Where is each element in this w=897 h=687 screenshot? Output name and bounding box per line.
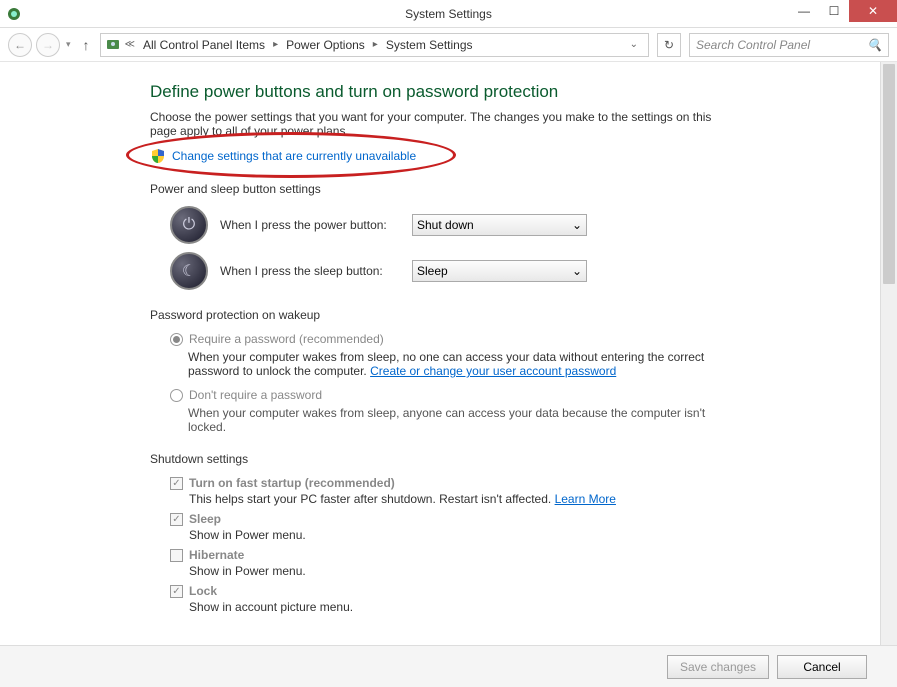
power-button-select[interactable]: Shut down ⌄ xyxy=(412,214,587,236)
checkbox-input[interactable] xyxy=(170,549,183,562)
checkbox-label: Lock xyxy=(189,584,217,598)
radio-label: Require a password (recommended) xyxy=(189,332,384,346)
change-settings-link[interactable]: Change settings that are currently unava… xyxy=(172,149,416,163)
footer-bar: Save changes Cancel xyxy=(0,645,897,687)
control-panel-icon xyxy=(105,37,121,53)
section-password: Password protection on wakeup xyxy=(150,308,857,322)
create-password-link[interactable]: Create or change your user account passw… xyxy=(370,364,616,378)
maximize-button[interactable]: ☐ xyxy=(819,0,849,22)
power-icon: ⏻ xyxy=(170,206,208,244)
refresh-button[interactable]: ↻ xyxy=(657,33,681,57)
chevron-icon[interactable]: ≪ xyxy=(123,39,137,50)
power-button-row: ⏻ When I press the power button: Shut do… xyxy=(170,206,857,244)
checkbox-hibernate: Hibernate xyxy=(170,548,857,562)
checkbox-label: Turn on fast startup (recommended) xyxy=(189,476,395,490)
chevron-right-icon[interactable]: ▸ xyxy=(371,39,380,50)
lock-desc: Show in account picture menu. xyxy=(189,600,857,614)
breadcrumb-segment[interactable]: Power Options xyxy=(282,38,369,52)
sleep-desc: Show in Power menu. xyxy=(189,528,857,542)
sleep-icon: ☾ xyxy=(170,252,208,290)
sleep-button-row: ☾ When I press the sleep button: Sleep ⌄ xyxy=(170,252,857,290)
power-button-value: Shut down xyxy=(417,218,474,232)
breadcrumb-dropdown[interactable]: ⌄ xyxy=(624,39,644,50)
chevron-right-icon[interactable]: ▸ xyxy=(271,39,280,50)
breadcrumb-segment[interactable]: All Control Panel Items xyxy=(139,38,269,52)
radio-input[interactable] xyxy=(170,389,183,402)
content-area: Define power buttons and turn on passwor… xyxy=(0,62,897,645)
checkbox-input[interactable] xyxy=(170,513,183,526)
radio-no-password: Don't require a password xyxy=(170,388,857,402)
search-icon: 🔍 xyxy=(867,38,882,52)
navigation-bar: ← → ▾ ↑ ≪ All Control Panel Items ▸ Powe… xyxy=(0,28,897,62)
radio-require-password: Require a password (recommended) xyxy=(170,332,857,346)
window-title: System Settings xyxy=(0,7,897,21)
checkbox-input[interactable] xyxy=(170,477,183,490)
change-settings-row: Change settings that are currently unava… xyxy=(150,148,857,164)
fast-startup-desc: This helps start your PC faster after sh… xyxy=(189,492,857,506)
require-password-desc: When your computer wakes from sleep, no … xyxy=(188,350,728,378)
back-button[interactable]: ← xyxy=(8,33,32,57)
section-power-sleep: Power and sleep button settings xyxy=(150,182,857,196)
checkbox-fast-startup: Turn on fast startup (recommended) xyxy=(170,476,857,490)
sleep-button-label: When I press the sleep button: xyxy=(220,264,400,278)
search-input[interactable]: Search Control Panel 🔍 xyxy=(689,33,889,57)
chevron-down-icon: ⌄ xyxy=(572,264,582,278)
checkbox-sleep: Sleep xyxy=(170,512,857,526)
save-button[interactable]: Save changes xyxy=(667,655,769,679)
minimize-button[interactable]: — xyxy=(789,0,819,22)
no-password-desc: When your computer wakes from sleep, any… xyxy=(188,406,728,434)
sleep-button-select[interactable]: Sleep ⌄ xyxy=(412,260,587,282)
window-controls: — ☐ ✕ xyxy=(789,0,897,22)
checkbox-lock: Lock xyxy=(170,584,857,598)
radio-input[interactable] xyxy=(170,333,183,346)
section-shutdown: Shutdown settings xyxy=(150,452,857,466)
chevron-down-icon: ⌄ xyxy=(572,218,582,232)
scrollbar-thumb[interactable] xyxy=(883,64,895,284)
power-button-label: When I press the power button: xyxy=(220,218,400,232)
cancel-button[interactable]: Cancel xyxy=(777,655,867,679)
close-button[interactable]: ✕ xyxy=(849,0,897,22)
checkbox-input[interactable] xyxy=(170,585,183,598)
up-button[interactable]: ↑ xyxy=(77,37,96,53)
sleep-button-value: Sleep xyxy=(417,264,448,278)
page-description: Choose the power settings that you want … xyxy=(150,110,720,138)
breadcrumb-segment[interactable]: System Settings xyxy=(382,38,477,52)
learn-more-link[interactable]: Learn More xyxy=(555,492,616,506)
vertical-scrollbar[interactable] xyxy=(880,62,897,645)
checkbox-label: Hibernate xyxy=(189,548,244,562)
search-placeholder: Search Control Panel xyxy=(696,38,810,52)
radio-label: Don't require a password xyxy=(189,388,322,402)
page-heading: Define power buttons and turn on passwor… xyxy=(150,82,857,102)
hibernate-desc: Show in Power menu. xyxy=(189,564,857,578)
app-icon xyxy=(0,6,28,22)
history-dropdown[interactable]: ▾ xyxy=(64,39,73,50)
desc-text: This helps start your PC faster after sh… xyxy=(189,492,555,506)
checkbox-label: Sleep xyxy=(189,512,221,526)
shield-icon xyxy=(150,148,166,164)
title-bar: System Settings — ☐ ✕ xyxy=(0,0,897,28)
forward-button[interactable]: → xyxy=(36,33,60,57)
breadcrumb[interactable]: ≪ All Control Panel Items ▸ Power Option… xyxy=(100,33,649,57)
